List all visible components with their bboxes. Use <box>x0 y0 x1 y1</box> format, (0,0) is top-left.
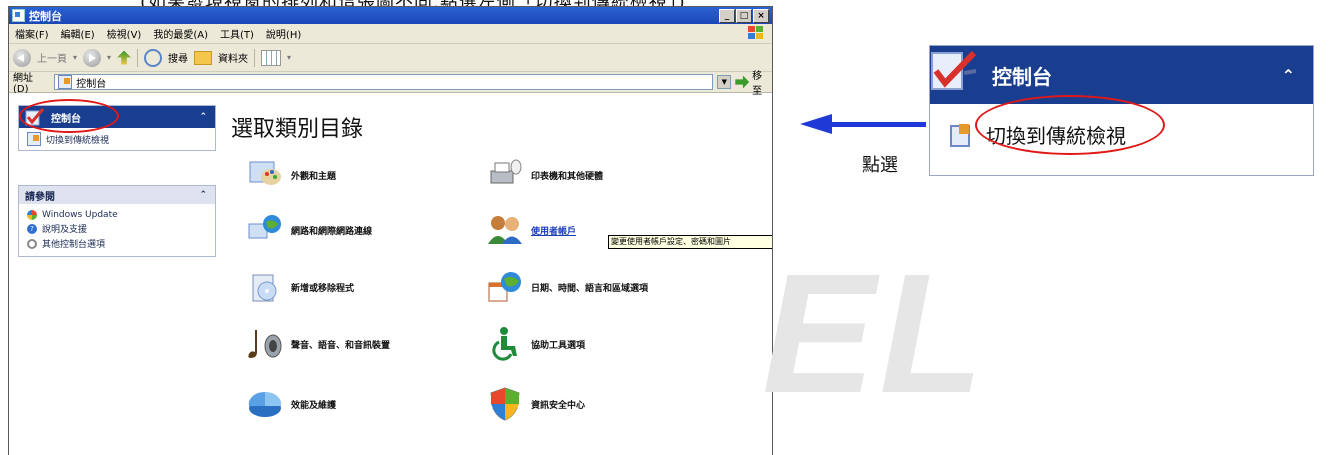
address-input[interactable]: 控制台 <box>54 74 714 90</box>
category-label[interactable]: 資訊安全中心 <box>531 398 585 411</box>
category-label[interactable]: 效能及維護 <box>291 398 336 411</box>
collapse-chevron-icon: ⌃ <box>1281 65 1295 85</box>
page-title: 選取類別目錄 <box>231 117 364 142</box>
category-printers-hardware[interactable]: 印表機和其他硬體 <box>487 157 603 193</box>
toolbar-separator <box>137 48 139 67</box>
click-instruction-label: 點選 <box>862 155 898 176</box>
views-icon[interactable] <box>261 49 282 66</box>
menu-tools[interactable]: 工具(T) <box>220 26 254 41</box>
forward-arrow-icon[interactable] <box>83 48 102 67</box>
close-button[interactable]: × <box>753 8 769 23</box>
address-dropdown-icon[interactable]: ▼ <box>717 75 732 89</box>
views-dropdown-icon[interactable]: ▾ <box>287 53 291 62</box>
category-date-time-language[interactable]: 日期、時間、語言和區域選項 <box>487 269 648 305</box>
menu-file[interactable]: 檔案(F) <box>15 26 49 41</box>
sound-icon <box>248 330 282 358</box>
see-also-title: 請參閱 <box>25 191 55 203</box>
folders-button-label[interactable]: 資料夾 <box>218 50 248 65</box>
control-panel-window: 控制台 _ □ × 檔案(F) 編輯(E) 檢視(V) 我的最愛(A) 工具(T… <box>8 6 773 455</box>
security-center-icon <box>490 387 520 421</box>
help-support-link[interactable]: ? 說明及支援 <box>19 221 215 236</box>
collapse-chevron-icon[interactable]: ⌃ <box>199 112 207 122</box>
back-button-label[interactable]: 上一頁 <box>37 50 67 65</box>
printer-icon <box>490 159 522 184</box>
category-add-remove-programs[interactable]: 新增或移除程式 <box>247 269 354 305</box>
category-label[interactable]: 日期、時間、語言和區域選項 <box>531 281 648 294</box>
help-support-label[interactable]: 說明及支援 <box>42 222 87 235</box>
menu-bar: 檔案(F) 編輯(E) 檢視(V) 我的最愛(A) 工具(T) 說明(H) <box>9 24 772 44</box>
windows-update-icon <box>27 210 37 220</box>
category-performance[interactable]: 效能及維護 <box>247 386 336 422</box>
window-content: 控制台 ⌃ 切換到傳統檢視 請參閱 ⌃ Windows Update ? 說明及… <box>9 93 772 455</box>
network-icon <box>248 215 281 239</box>
programs-icon <box>252 274 277 302</box>
date-time-icon <box>488 272 521 302</box>
classic-view-icon <box>27 132 41 146</box>
minimize-button[interactable]: _ <box>719 8 735 23</box>
collapse-chevron-icon[interactable]: ⌃ <box>199 190 207 200</box>
windows-logo-icon <box>748 26 764 40</box>
search-button-label[interactable]: 搜尋 <box>168 50 188 65</box>
highlight-ring <box>19 99 119 133</box>
category-label[interactable]: 新增或移除程式 <box>291 281 354 294</box>
appearance-icon <box>249 161 281 185</box>
menu-favorites[interactable]: 我的最愛(A) <box>153 26 208 41</box>
users-icon <box>488 216 522 244</box>
category-label[interactable]: 聲音、語音、和音訊裝置 <box>291 338 390 351</box>
other-options-label[interactable]: 其他控制台選項 <box>42 237 105 250</box>
control-panel-checkmark-icon <box>931 50 977 90</box>
maximize-button[interactable]: □ <box>736 8 752 23</box>
inset-header: 控制台 ⌃ <box>930 46 1313 104</box>
go-arrow-icon[interactable] <box>735 75 750 89</box>
windows-update-label[interactable]: Windows Update <box>42 210 118 220</box>
address-label: 網址(D) <box>13 73 33 95</box>
category-label[interactable]: 協助工具選項 <box>531 338 585 351</box>
menu-view[interactable]: 檢視(V) <box>107 26 142 41</box>
address-bar: 網址(D) 控制台 ▼ 移至 <box>9 71 772 97</box>
switch-to-classic-view-label[interactable]: 切換到傳統檢視 <box>46 133 109 146</box>
title-bar: 控制台 _ □ × <box>9 7 772 24</box>
toolbar-separator <box>254 48 256 67</box>
search-icon[interactable] <box>144 48 163 67</box>
folders-icon[interactable] <box>194 50 213 65</box>
category-label[interactable]: 使用者帳戶 <box>531 224 576 237</box>
window-title: 控制台 <box>29 9 62 23</box>
forward-dropdown-icon[interactable]: ▾ <box>107 53 111 62</box>
category-label[interactable]: 網路和網際網路連線 <box>291 224 372 237</box>
category-sound[interactable]: 聲音、語音、和音訊裝置 <box>247 326 390 362</box>
category-accessibility[interactable]: 協助工具選項 <box>487 326 585 362</box>
back-arrow-icon[interactable] <box>13 48 31 67</box>
see-also-panel: 請參閱 ⌃ Windows Update ? 說明及支援 其他控制台選項 <box>18 185 216 257</box>
see-also-header[interactable]: 請參閱 ⌃ <box>19 186 215 204</box>
inset-title: 控制台 <box>992 64 1052 89</box>
back-dropdown-icon[interactable]: ▾ <box>73 53 77 62</box>
other-options-link[interactable]: 其他控制台選項 <box>19 236 215 256</box>
category-security-center[interactable]: 資訊安全中心 <box>487 386 585 422</box>
pointer-arrowhead-icon <box>800 114 832 134</box>
help-icon: ? <box>27 223 37 234</box>
task-pane: 控制台 ⌃ 切換到傳統檢視 請參閱 ⌃ Windows Update ? 說明及… <box>9 93 225 455</box>
category-network[interactable]: 網路和網際網路連線 <box>247 212 372 248</box>
category-view: 選取類別目錄 外觀和主題 網路和網際網路連線 新增或移除程式 聲音、語音、和音訊… <box>225 93 772 455</box>
address-value: 控制台 <box>76 78 107 90</box>
category-appearance[interactable]: 外觀和主題 <box>247 157 336 193</box>
user-accounts-tooltip: 變更使用者帳戶設定、密碼和圖片 <box>608 235 772 249</box>
classic-view-icon <box>950 123 970 147</box>
menu-help[interactable]: 說明(H) <box>266 26 301 41</box>
pointer-arrow <box>830 122 926 127</box>
performance-icon <box>248 391 282 417</box>
up-folder-icon[interactable] <box>117 50 132 65</box>
toolbar: 上一頁 ▾ ▾ 搜尋 資料夾 ▾ <box>9 44 772 72</box>
category-label[interactable]: 印表機和其他硬體 <box>531 169 603 182</box>
watermark: EL <box>762 239 988 429</box>
windows-update-link[interactable]: Windows Update <box>19 204 215 221</box>
accessibility-icon <box>492 327 517 361</box>
gear-icon <box>27 238 37 249</box>
category-user-accounts[interactable]: 使用者帳戶 <box>487 212 576 248</box>
control-panel-icon <box>58 75 73 89</box>
inset-highlight-ring <box>975 95 1165 155</box>
category-label[interactable]: 外觀和主題 <box>291 169 336 182</box>
menu-edit[interactable]: 編輯(E) <box>61 26 95 41</box>
control-panel-icon <box>12 9 25 22</box>
